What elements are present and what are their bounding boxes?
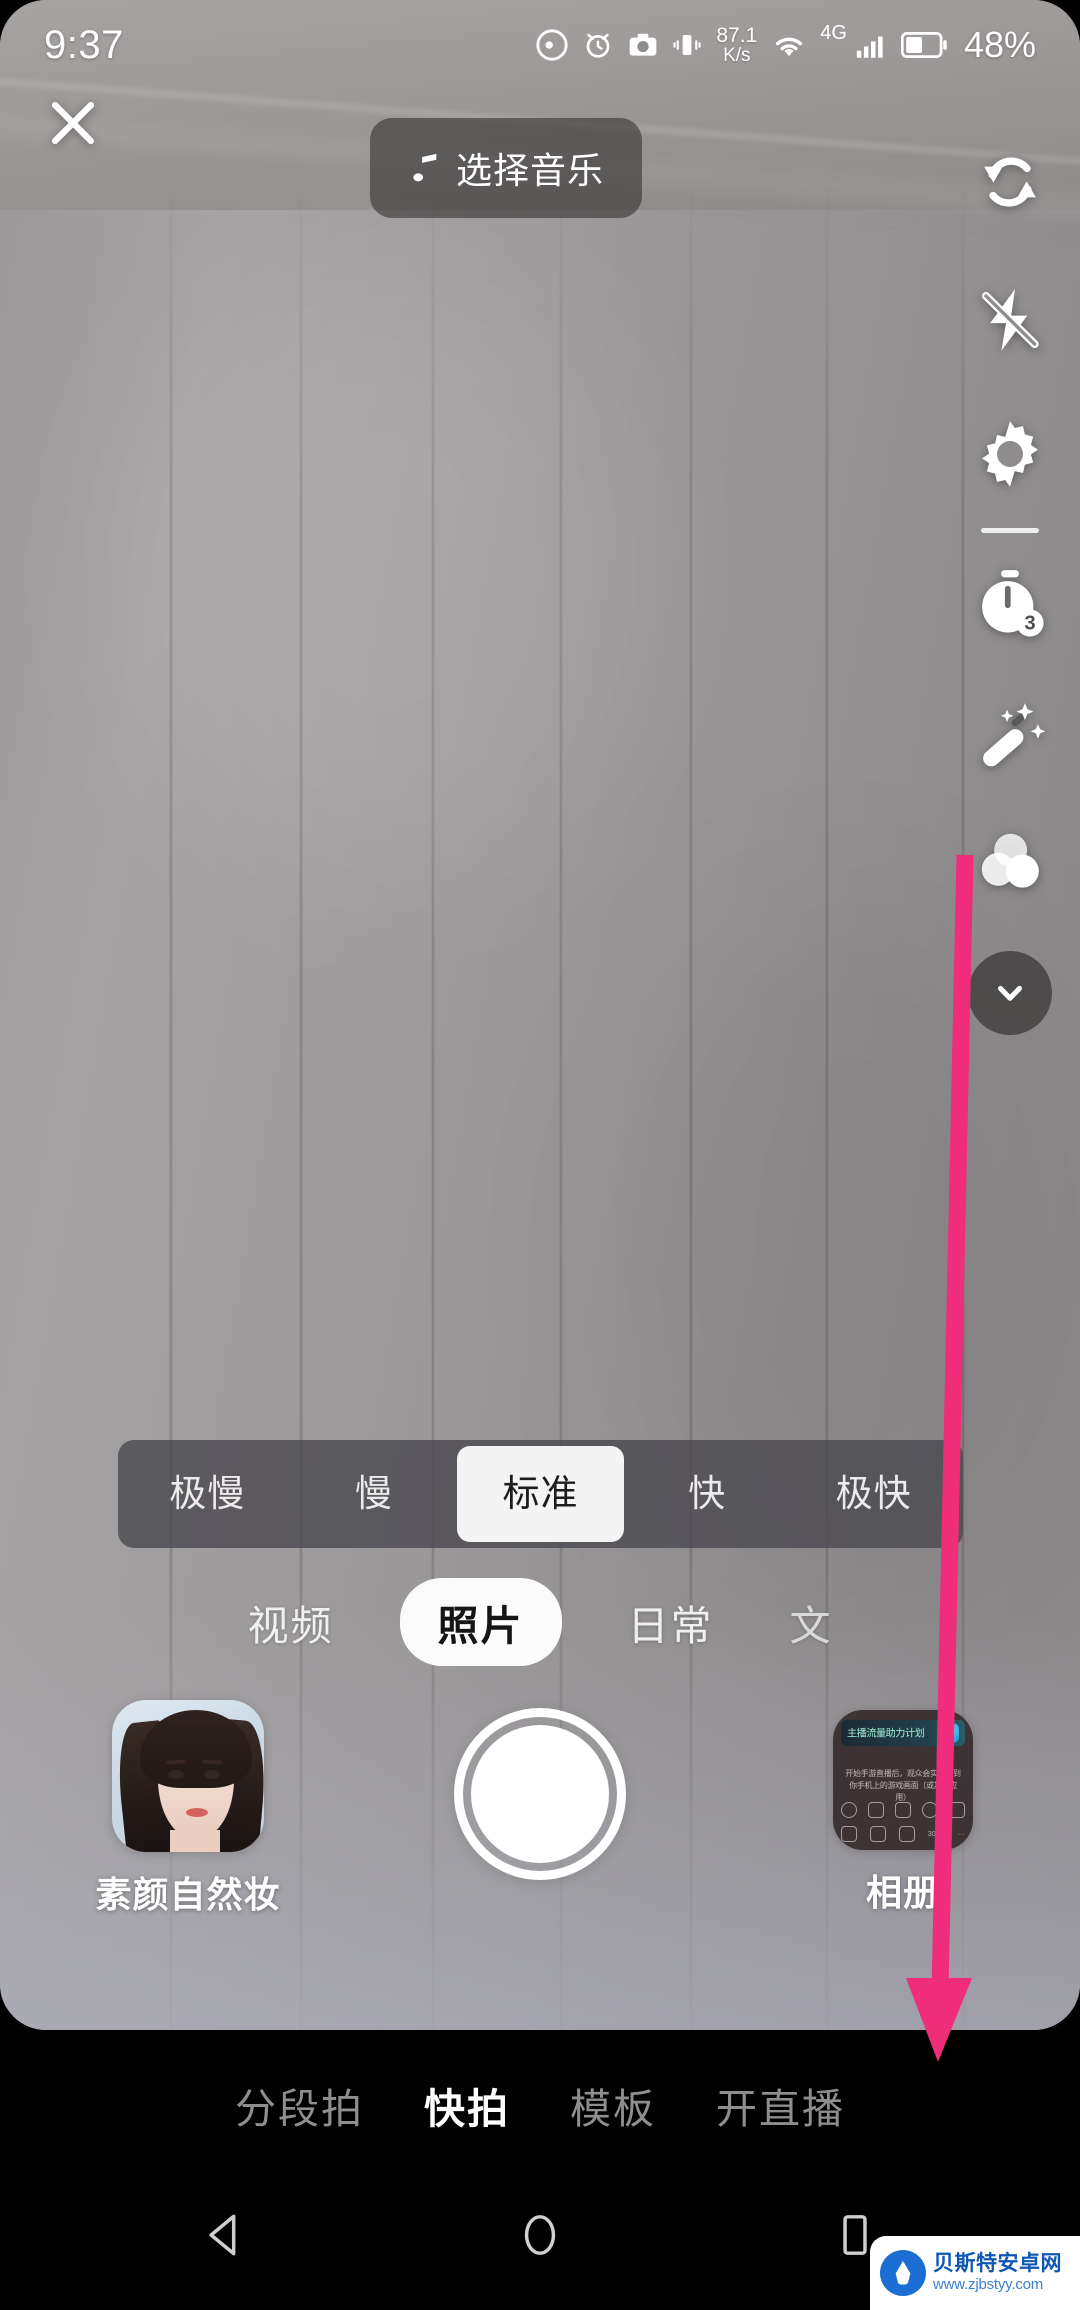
home-circle-icon xyxy=(524,2215,556,2255)
portrait-lips xyxy=(186,1808,208,1817)
beauty-filter-label: 素颜自然妆 xyxy=(95,1874,281,1915)
speed-selector[interactable]: 极慢 慢 标准 快 极快 xyxy=(118,1440,963,1548)
back-triangle-icon xyxy=(209,2214,236,2256)
shutter-button[interactable] xyxy=(454,1708,626,1880)
more-tools-mini-icon xyxy=(949,1802,965,1818)
watermark-logo-icon xyxy=(880,2250,926,2296)
music-note-icon xyxy=(413,153,437,182)
select-music-button[interactable]: 选择音乐 xyxy=(370,118,643,218)
capture-controls-row: 素颜自然妆 主播流量助力计划 开始手游直播后，观众会实时看到你手机上的游戏画面（… xyxy=(0,1700,1080,2000)
camera-icon xyxy=(627,29,659,61)
network-speed-unit: K/s xyxy=(723,45,751,66)
status-clock: 9:37 xyxy=(44,22,124,67)
album-button[interactable]: 主播流量助力计划 开始手游直播后，观众会实时看到你手机上的游戏画面（或其他应用）… xyxy=(788,1710,1018,1916)
beauty-mini-icon xyxy=(868,1802,884,1818)
eye-care-icon xyxy=(535,28,569,62)
help-icon xyxy=(841,1802,857,1818)
close-icon xyxy=(51,101,95,145)
close-button[interactable] xyxy=(36,86,110,160)
beauty-button[interactable] xyxy=(950,683,1070,787)
network-speed-value: 87.1 xyxy=(716,24,758,47)
tab-photo[interactable]: 照片 xyxy=(399,1578,562,1666)
portrait-eye xyxy=(204,1770,220,1779)
bottom-mode-template[interactable]: 模板 xyxy=(570,2075,656,2135)
portrait-eye xyxy=(168,1770,184,1779)
speed-option-standard[interactable]: 标准 xyxy=(457,1446,624,1542)
chevron-down-icon xyxy=(998,985,1022,1001)
camera-tools-rail: 3 xyxy=(940,130,1080,1045)
more-dots-icon: ··· xyxy=(958,1830,965,1838)
wifi-icon xyxy=(771,30,807,60)
magic-wand-icon xyxy=(983,703,1046,767)
tab-text[interactable]: 文 xyxy=(780,1578,843,1666)
album-banner-text: 主播流量助力计划 xyxy=(847,1728,925,1740)
edit-mini-icon xyxy=(869,1826,886,1842)
status-bar: 9:37 87.1 K/s 4G 48% xyxy=(0,0,1080,90)
gear-icon xyxy=(982,421,1038,487)
network-type-label: 4G xyxy=(820,22,847,44)
album-label: 相册 xyxy=(865,1872,940,1913)
bottom-mode-live[interactable]: 开直播 xyxy=(716,2075,845,2135)
rail-divider xyxy=(981,528,1039,533)
tab-daily[interactable]: 日常 xyxy=(618,1578,724,1666)
speed-option-very-slow[interactable]: 极慢 xyxy=(124,1446,291,1542)
phone-screen: 9:37 87.1 K/s 4G 48% 选择音乐 3 极慢 慢 标准 快 极快… xyxy=(0,0,1080,2310)
speed-option-very-fast[interactable]: 极快 xyxy=(790,1446,957,1542)
filter-button[interactable] xyxy=(950,809,1070,913)
flash-off-icon xyxy=(981,289,1039,351)
watermark-title: 贝斯特安卓网 xyxy=(933,2252,1062,2276)
collapse-tools-button[interactable] xyxy=(950,941,1070,1045)
album-thumbnail[interactable]: 主播流量助力计划 开始手游直播后，观众会实时看到你手机上的游戏画面（或其他应用）… xyxy=(833,1710,973,1850)
battery-icon xyxy=(900,31,947,59)
beauty-filter-button[interactable]: 素颜自然妆 xyxy=(68,1700,308,1918)
speed-option-fast[interactable]: 快 xyxy=(624,1446,791,1542)
album-preview-icon-row xyxy=(841,1802,965,1818)
album-banner-logo-icon xyxy=(939,1723,959,1743)
bottom-mode-nav[interactable]: 分段拍 快拍 模板 开直播 xyxy=(0,2050,1080,2160)
select-music-label: 选择音乐 xyxy=(456,150,605,191)
capture-mode-tabs[interactable]: 视频 照片 日常 文 xyxy=(0,1578,1080,1666)
nav-back-button[interactable] xyxy=(175,2185,275,2285)
speed-option-slow[interactable]: 慢 xyxy=(291,1446,458,1542)
album-counter: 30LO xyxy=(927,1830,946,1838)
camera-settings-button[interactable] xyxy=(950,402,1070,506)
alarm-icon xyxy=(582,29,614,61)
album-preview-banner: 主播流量助力计划 xyxy=(841,1720,965,1746)
nav-home-button[interactable] xyxy=(490,2185,590,2285)
flash-toggle-button[interactable] xyxy=(950,268,1070,372)
flip-camera-button[interactable] xyxy=(950,130,1070,234)
album-preview-icon-row: 30LO ··· xyxy=(841,1826,965,1842)
network-speed: 87.1 K/s xyxy=(716,25,757,65)
status-icons: 87.1 K/s 4G 48% xyxy=(535,22,1036,66)
site-watermark: 贝斯特安卓网 www.zjbstyy.com xyxy=(870,2236,1080,2310)
battery-percent: 48% xyxy=(963,24,1036,65)
timer-icon: 3 xyxy=(982,570,1044,637)
portrait-neck xyxy=(170,1830,220,1852)
signal-icon xyxy=(854,30,888,60)
countdown-timer-button[interactable]: 3 xyxy=(950,551,1070,655)
star-mini-icon xyxy=(898,1826,915,1842)
shutter-inner xyxy=(471,1725,609,1863)
tab-video[interactable]: 视频 xyxy=(238,1578,344,1666)
share-mini-icon xyxy=(841,1826,857,1842)
bottom-mode-segmented[interactable]: 分段拍 xyxy=(235,2075,364,2135)
album-preview-body: 开始手游直播后，观众会实时看到你手机上的游戏画面（或其他应用） xyxy=(845,1769,961,1802)
settings-mini-icon xyxy=(895,1802,911,1818)
bottom-mode-quickshot[interactable]: 快拍 xyxy=(424,2075,510,2135)
assistant-mini-icon xyxy=(922,1802,938,1818)
timer-value-text: 3 xyxy=(1024,613,1035,635)
flip-camera-icon xyxy=(984,157,1036,207)
filter-circles-icon xyxy=(981,833,1039,888)
watermark-url: www.zjbstyy.com xyxy=(933,2276,1044,2294)
vibrate-icon xyxy=(672,29,702,61)
beauty-filter-thumbnail[interactable] xyxy=(112,1700,264,1852)
